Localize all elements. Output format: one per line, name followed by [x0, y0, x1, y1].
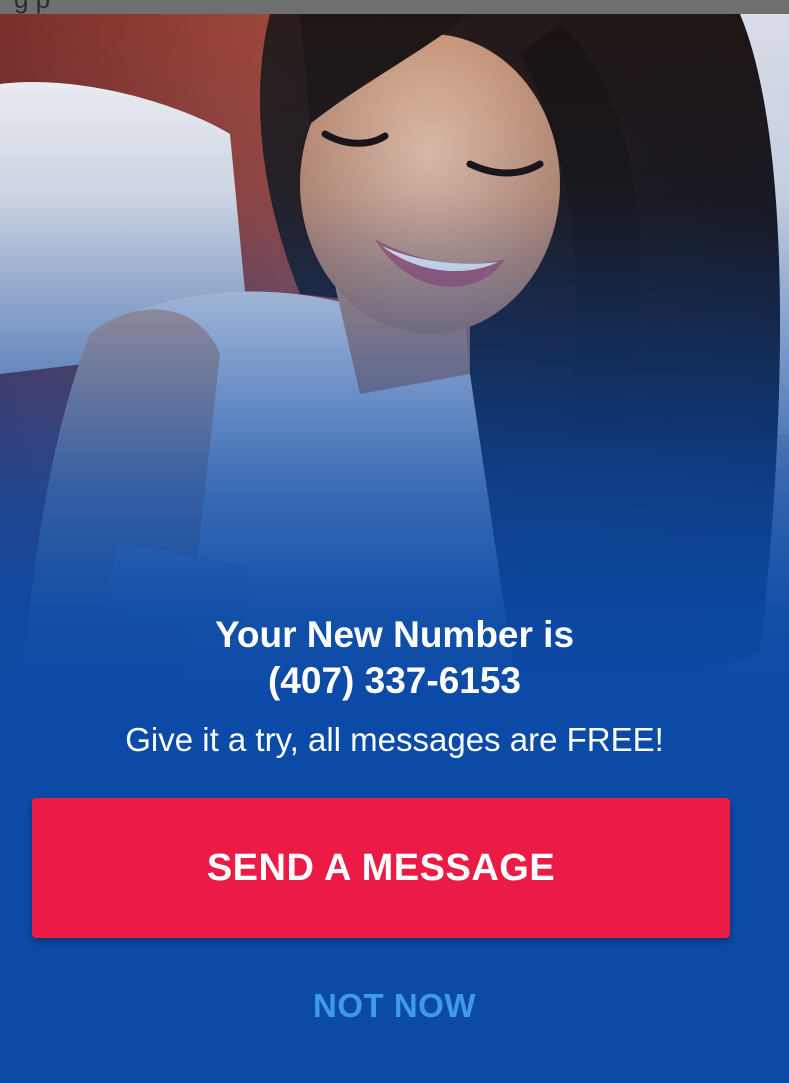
promo-screen: g p: [0, 0, 789, 1083]
headline-line-1: Your New Number is: [214, 614, 575, 655]
free-messages-subtext: Give it a try, all messages are FREE!: [125, 721, 664, 758]
send-message-button[interactable]: SEND A MESSAGE: [32, 798, 730, 938]
headline: Your New Number is (407) 337-6153: [95, 612, 695, 704]
top-strip-partial-text: g p: [14, 0, 50, 12]
phone-number: (407) 337-6153: [267, 660, 522, 701]
not-now-button[interactable]: NOT NOW: [0, 984, 789, 1028]
top-strip: g p: [0, 0, 789, 14]
promo-content: Your New Number is (407) 337-6153 Give i…: [0, 612, 789, 1024]
